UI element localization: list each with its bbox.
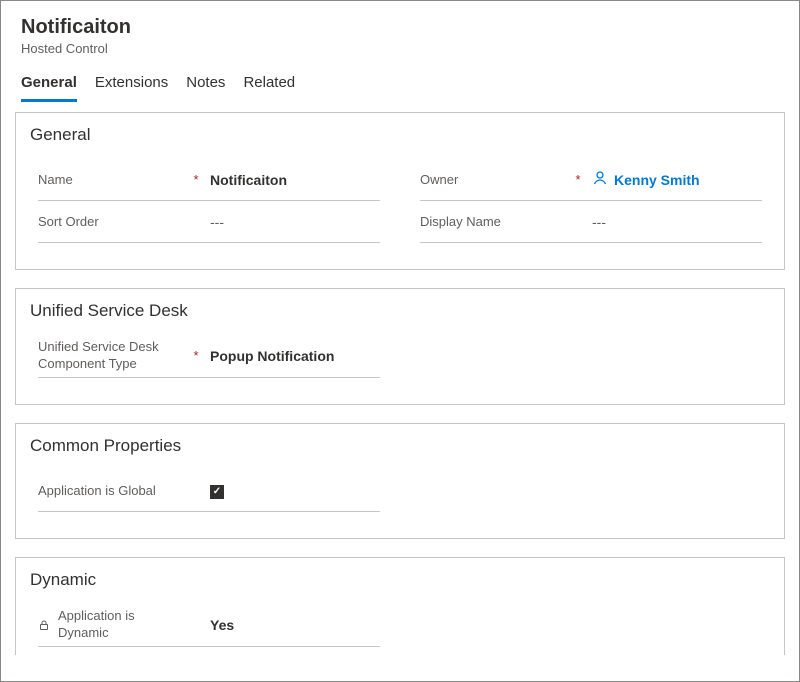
tab-extensions[interactable]: Extensions xyxy=(95,74,168,102)
section-general: General Name * Notificaiton Sort Order -… xyxy=(15,112,785,270)
tab-general[interactable]: General xyxy=(21,74,77,102)
field-app-dynamic: Application is Dynamic Yes xyxy=(38,604,380,647)
field-component-type[interactable]: Unified Service Desk Component Type * Po… xyxy=(38,335,380,378)
required-indicator: * xyxy=(188,348,204,363)
field-sort-order[interactable]: Sort Order --- xyxy=(38,201,380,243)
field-global[interactable]: Application is Global ✓ xyxy=(38,470,380,512)
required-indicator: * xyxy=(570,172,586,187)
tab-bar: General Extensions Notes Related xyxy=(1,56,799,102)
required-indicator: * xyxy=(188,172,204,187)
person-icon xyxy=(592,170,608,189)
label-sort-order: Sort Order xyxy=(38,214,188,229)
label-owner: Owner xyxy=(420,172,570,187)
section-dynamic: Dynamic Application is Dynamic Yes xyxy=(15,557,785,655)
label-name: Name xyxy=(38,172,188,187)
value-component-type[interactable]: Popup Notification xyxy=(204,348,380,364)
label-component-type: Unified Service Desk Component Type xyxy=(38,339,188,373)
owner-name: Kenny Smith xyxy=(614,172,700,188)
section-common: Common Properties Application is Global … xyxy=(15,423,785,539)
value-owner[interactable]: Kenny Smith xyxy=(586,170,762,189)
label-display-name: Display Name xyxy=(420,214,570,229)
section-title-general: General xyxy=(30,125,770,145)
field-display-name[interactable]: Display Name --- xyxy=(420,201,762,243)
label-global: Application is Global xyxy=(38,483,188,498)
lock-icon xyxy=(38,619,50,631)
value-name[interactable]: Notificaiton xyxy=(204,172,380,188)
value-sort-order[interactable]: --- xyxy=(204,214,380,230)
section-usd: Unified Service Desk Unified Service Des… xyxy=(15,288,785,405)
tab-related[interactable]: Related xyxy=(243,74,295,102)
field-name[interactable]: Name * Notificaiton xyxy=(38,159,380,201)
tab-notes[interactable]: Notes xyxy=(186,74,225,102)
label-app-dynamic: Application is Dynamic xyxy=(38,608,188,642)
section-title-common: Common Properties xyxy=(30,436,770,456)
page-title: Notificaiton xyxy=(21,15,779,39)
section-title-dynamic: Dynamic xyxy=(30,570,770,590)
value-display-name[interactable]: --- xyxy=(586,214,762,230)
page-subtitle: Hosted Control xyxy=(21,41,779,56)
section-title-usd: Unified Service Desk xyxy=(30,301,770,321)
value-app-dynamic: Yes xyxy=(204,617,380,633)
checkbox-global[interactable]: ✓ xyxy=(210,485,224,499)
field-owner[interactable]: Owner * Kenny Smith xyxy=(420,159,762,201)
